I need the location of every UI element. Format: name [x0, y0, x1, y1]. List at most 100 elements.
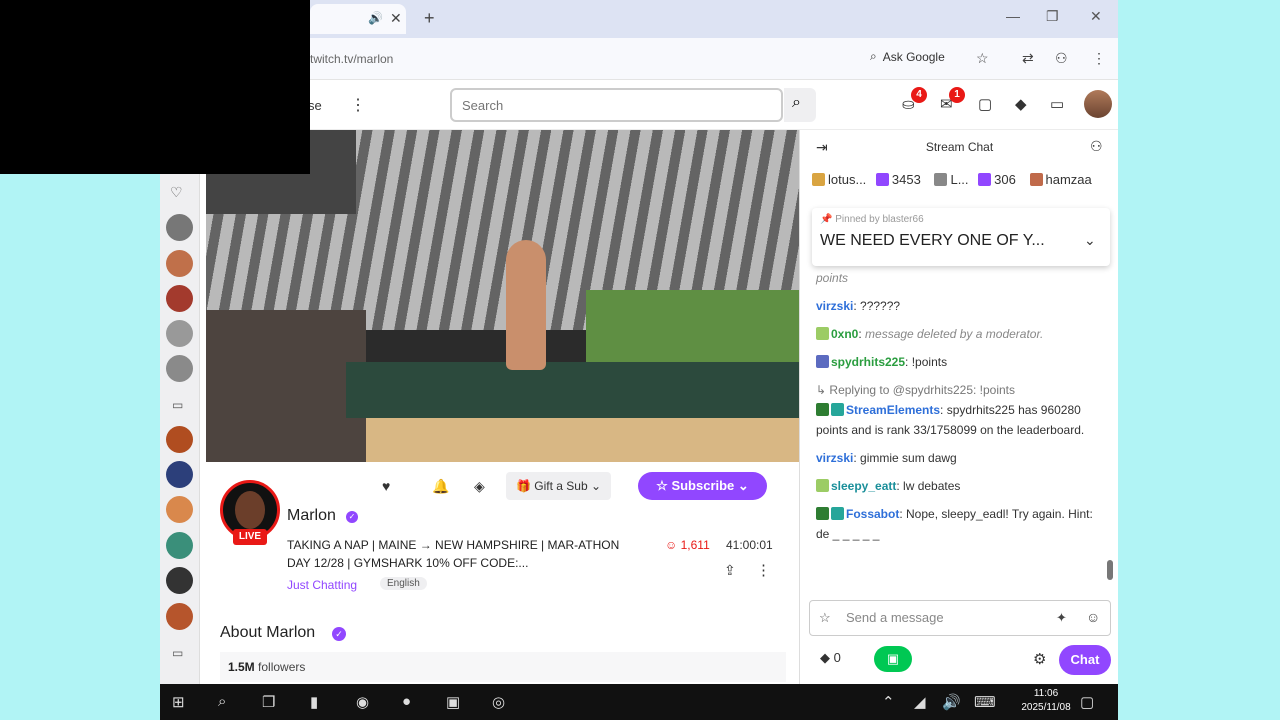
chat-effects-icon[interactable]: ✦ — [1056, 610, 1067, 626]
gift-sub-button[interactable]: 🎁 Gift a Sub ⌄ — [506, 472, 612, 500]
channel-avatar[interactable] — [166, 320, 193, 347]
chrome-icon[interactable]: ◎ — [492, 693, 505, 711]
username[interactable]: 0xn0 — [831, 327, 858, 341]
username[interactable]: virzski — [816, 299, 853, 313]
video-camera-icon: ▭ — [172, 398, 184, 412]
leaderboard-value: 306 — [994, 172, 1016, 187]
video-crowd — [206, 310, 366, 462]
channel-points-icon[interactable]: ☆ — [819, 610, 831, 626]
browser-menu-icon[interactable]: ⋮ — [1092, 50, 1106, 67]
volume-icon[interactable]: 🔊 — [942, 693, 961, 711]
language-tag[interactable]: English — [380, 577, 427, 590]
chevron-down-icon: ⌄ — [591, 479, 602, 493]
ask-google-button[interactable]: ⌕ Ask Google — [870, 49, 945, 64]
about-title: About Marlon — [220, 624, 316, 641]
category-link[interactable]: Just Chatting — [287, 578, 357, 592]
channel-avatar[interactable] — [166, 426, 193, 453]
chat-scrollbar[interactable] — [1107, 560, 1113, 580]
browse-link[interactable]: se — [308, 98, 322, 113]
channel-points-button[interactable]: ▣ — [874, 646, 912, 672]
more-options-icon[interactable]: ⋮ — [756, 561, 771, 579]
message-text: lw debates — [903, 479, 961, 493]
channel-avatar[interactable] — [166, 214, 193, 241]
app-icon[interactable]: ◉ — [356, 693, 369, 711]
follow-heart-icon[interactable]: ♥ — [382, 478, 390, 494]
minimize-button[interactable]: — — [1006, 8, 1020, 24]
username[interactable]: sleepy_eatt — [831, 479, 896, 493]
leaderboard-name: hamzaa — [1045, 172, 1092, 187]
keyboard-icon[interactable]: ⌨ — [974, 693, 996, 711]
app-icon[interactable]: ▮ — [310, 693, 318, 711]
channel-avatar[interactable] — [166, 603, 193, 630]
close-tab-icon[interactable]: ✕ — [390, 10, 402, 27]
username[interactable]: spydrhits225 — [831, 355, 905, 369]
leaderboard-value: 3453 — [891, 172, 921, 187]
chat-title: Stream Chat — [925, 140, 994, 154]
translate-icon[interactable]: ⇄ — [1022, 50, 1034, 67]
leaderboard-badge — [875, 173, 889, 186]
channel-avatar[interactable] — [166, 567, 193, 594]
network-icon[interactable]: ◢ — [914, 693, 926, 711]
whispers-icon[interactable]: ▢ — [978, 95, 992, 113]
bits-icon: ◆ — [820, 650, 830, 665]
leaderboard-name: L... — [950, 172, 969, 187]
channel-avatar[interactable] — [166, 461, 193, 488]
channel-avatar[interactable] — [166, 496, 193, 523]
community-icon[interactable]: ⚇ — [1090, 138, 1103, 155]
search-icon[interactable]: ⌕ — [218, 693, 226, 710]
message-text: !points — [911, 355, 948, 369]
chat-send-button[interactable]: Chat — [1059, 645, 1111, 675]
pinned-message[interactable]: 📌 Pinned by blaster66 WE NEED EVERY ONE … — [812, 208, 1110, 266]
channel-avatar[interactable] — [166, 355, 193, 382]
browser-tab[interactable]: 🔊 ✕ — [310, 4, 406, 34]
username[interactable]: Fossabot — [846, 507, 899, 521]
chevron-down-icon[interactable]: ⌄ — [1084, 232, 1096, 249]
taskbar-clock[interactable]: 11:06 2025/11/08 — [1016, 687, 1076, 715]
viewer-count: ☺ 1,611 — [665, 538, 710, 552]
profile-icon[interactable]: ⚇ — [1055, 50, 1068, 67]
search-button[interactable]: ⌕ — [784, 88, 816, 122]
notification-bell-icon[interactable]: 🔔 — [432, 478, 449, 495]
mute-icon[interactable]: 🔊 — [368, 11, 383, 25]
video-player[interactable] — [206, 130, 799, 462]
subscribe-button[interactable]: ☆ Subscribe ⌄ — [638, 472, 767, 500]
emote-icon[interactable]: ☺ — [1086, 609, 1100, 625]
tray-chevron-icon[interactable]: ⌃ — [882, 693, 895, 711]
chat-message: 0xn0: message deleted by a moderator. — [816, 324, 1102, 344]
black-redaction-box — [0, 0, 310, 174]
pinned-by-user: blaster66 — [882, 214, 924, 225]
user-avatar[interactable] — [1084, 90, 1112, 118]
address-bar[interactable]: twitch.tv/marlon — [310, 52, 393, 66]
message-text: points — [816, 271, 849, 285]
chat-input[interactable]: ☆ Send a message ✦ ☺ — [809, 600, 1111, 636]
close-window-button[interactable]: ✕ — [1090, 8, 1102, 25]
notification-center-icon[interactable]: ▢ — [1080, 693, 1094, 711]
new-tab-button[interactable]: + — [424, 8, 435, 29]
channel-avatar[interactable] — [166, 532, 193, 559]
bits-balance[interactable]: ◆ 0 — [820, 650, 841, 666]
username[interactable]: StreamElements — [846, 403, 940, 417]
verified-icon: ✓ — [332, 627, 346, 641]
app-icon[interactable]: ● — [402, 693, 411, 710]
restore-button[interactable]: ❐ — [1046, 8, 1059, 25]
channel-avatar[interactable] — [166, 285, 193, 312]
channel-avatar[interactable] — [166, 250, 193, 277]
task-view-icon[interactable]: ❐ — [262, 693, 275, 711]
bits-icon[interactable]: ◆ — [1015, 95, 1027, 113]
app-icon[interactable]: ▣ — [446, 693, 460, 711]
hype-icon[interactable]: ◈ — [474, 478, 485, 495]
search-input[interactable] — [450, 88, 783, 122]
share-icon[interactable]: ⇪ — [724, 562, 736, 579]
bookmark-star-icon[interactable]: ☆ — [976, 50, 989, 67]
leaderboard-name: lotus... — [828, 172, 867, 187]
channel-name[interactable]: Marlon — [287, 507, 336, 525]
chat-settings-icon[interactable]: ⚙ — [1033, 650, 1046, 668]
leaderboard[interactable]: lotus... 3453 L... 306 hamzaa — [812, 172, 1117, 190]
notification-badge: 4 — [911, 87, 927, 103]
username[interactable]: virzski — [816, 451, 853, 465]
more-menu-icon[interactable]: ⋮ — [350, 95, 366, 115]
pinned-by: 📌 Pinned by blaster66 — [820, 214, 924, 225]
turbo-icon[interactable]: ▭ — [1050, 95, 1064, 113]
start-icon[interactable]: ⊞ — [172, 693, 185, 711]
viewer-icon: ☺ — [665, 538, 678, 552]
